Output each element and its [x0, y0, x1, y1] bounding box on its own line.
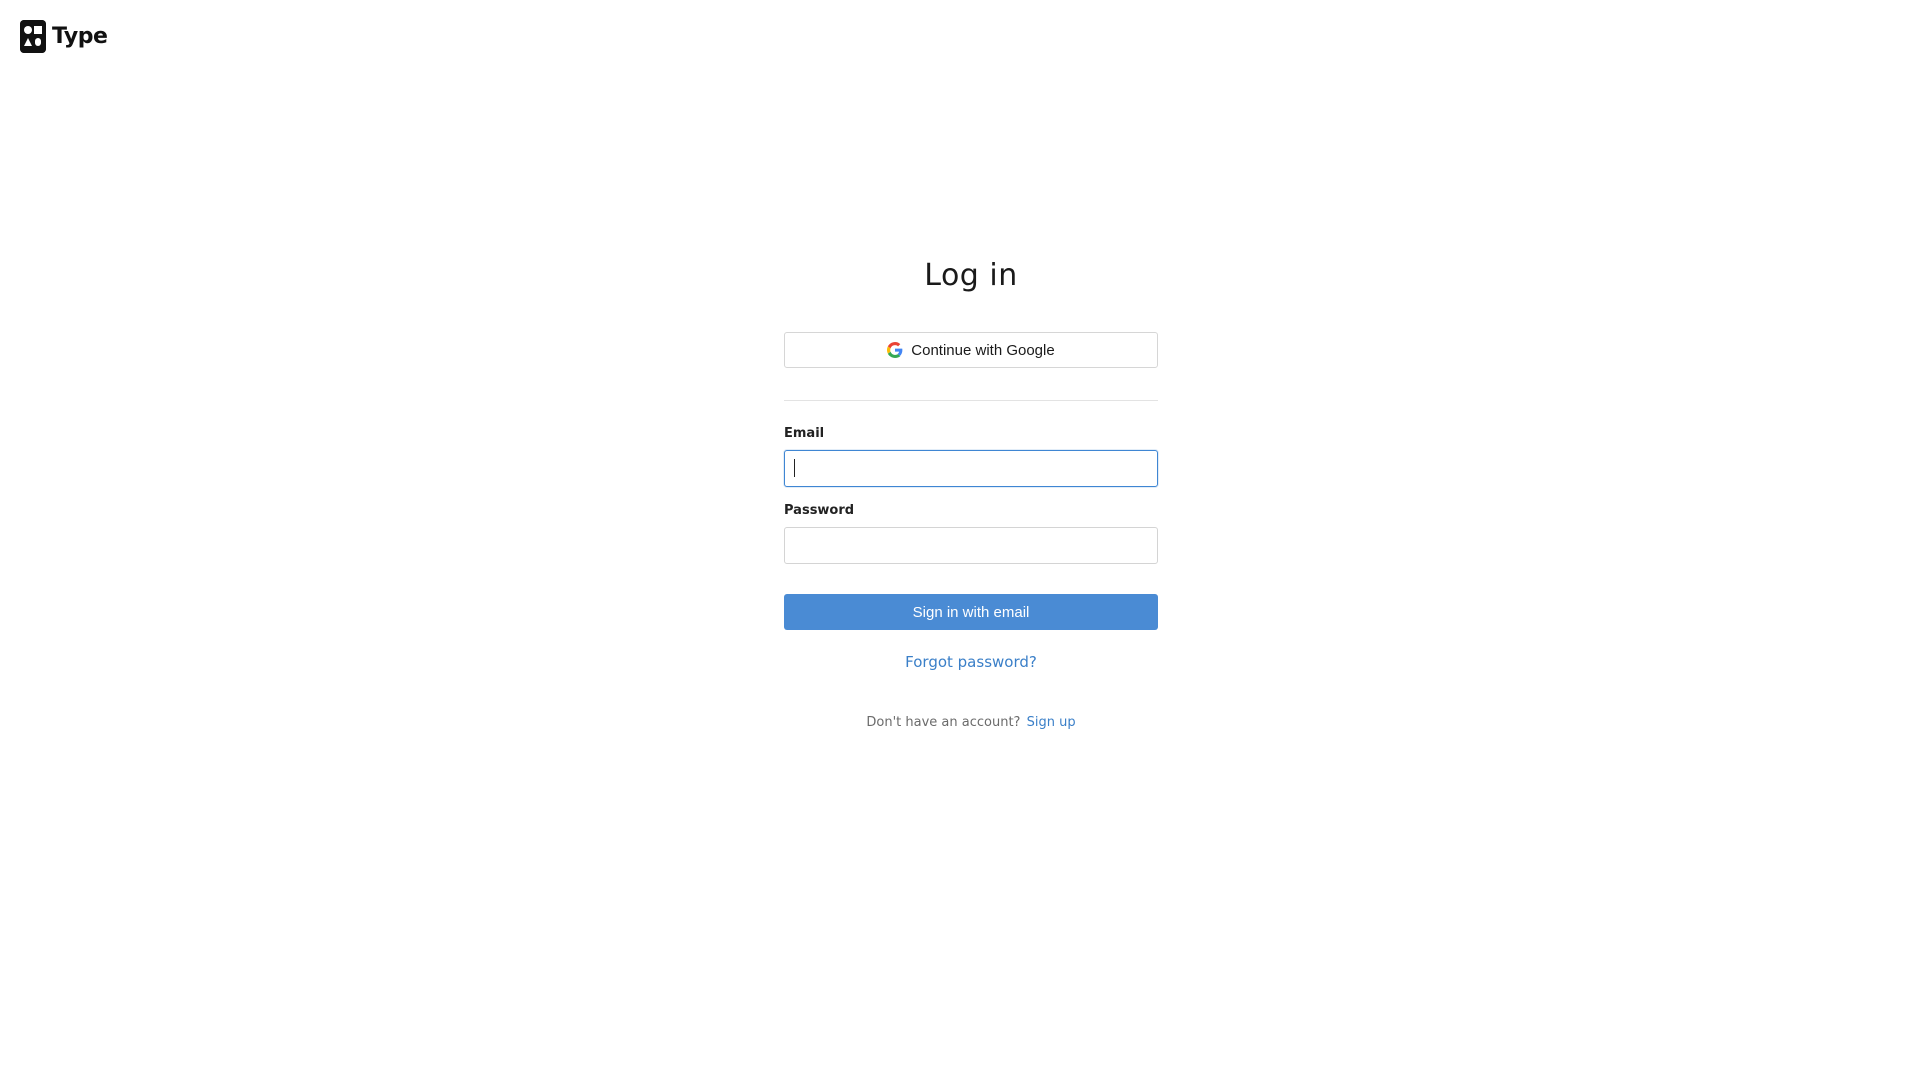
page-title: Log in	[924, 258, 1018, 293]
signup-prompt: Don't have an account?	[866, 715, 1021, 730]
google-icon	[887, 342, 903, 358]
password-label: Password	[784, 503, 855, 518]
brand-name: Type	[52, 24, 108, 49]
brand-logo[interactable]: Type	[20, 20, 108, 53]
divider	[784, 400, 1158, 401]
type-logo-icon	[20, 20, 46, 53]
email-field[interactable]	[784, 450, 1158, 487]
forgot-password-link[interactable]: Forgot password?	[784, 653, 1158, 671]
signup-row: Don't have an account? Sign up	[784, 715, 1158, 730]
text-caret	[794, 459, 795, 477]
password-field[interactable]	[784, 527, 1158, 564]
email-label: Email	[784, 426, 825, 441]
google-button-label: Continue with Google	[911, 341, 1055, 359]
login-form: Log in Continue with Google Email Passwo…	[784, 240, 1158, 730]
sign-in-with-email-button[interactable]: Sign in with email	[784, 594, 1158, 630]
email-input-wrapper	[784, 450, 1158, 487]
sign-up-link[interactable]: Sign up	[1027, 715, 1076, 730]
continue-with-google-button[interactable]: Continue with Google	[784, 332, 1158, 368]
